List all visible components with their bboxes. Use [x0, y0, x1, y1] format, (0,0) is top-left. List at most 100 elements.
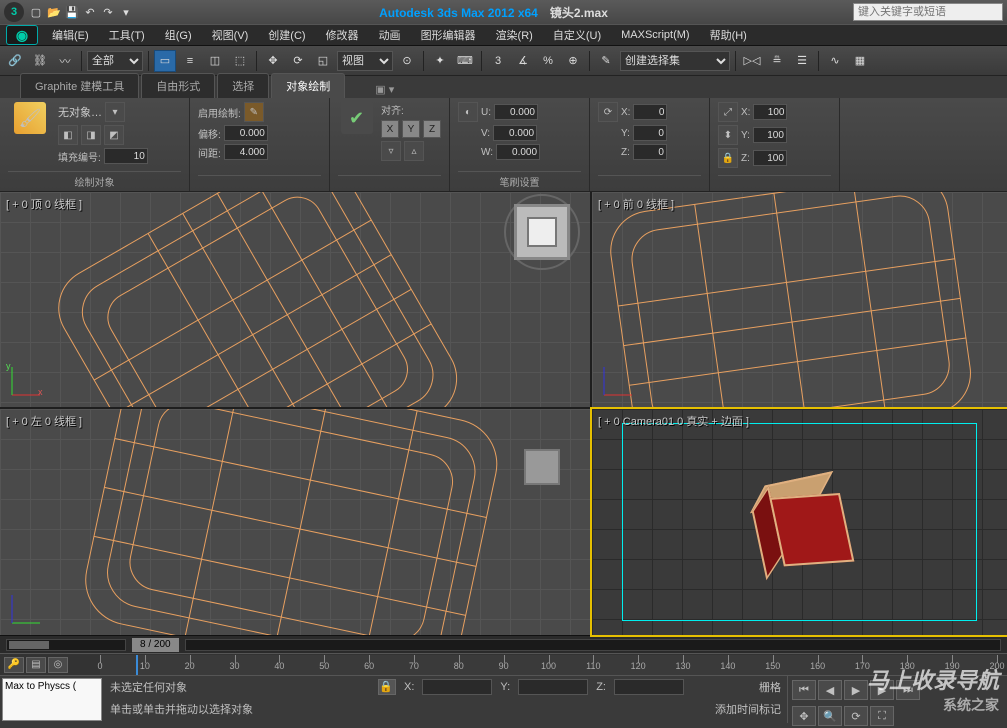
paint-mode2-icon[interactable]: ◨: [81, 125, 101, 145]
viewport-left[interactable]: [ + 0 左 0 线框 ]: [0, 409, 590, 635]
scale-lock-icon[interactable]: 🔒: [718, 148, 738, 168]
enable-paint-icon[interactable]: ✎: [244, 102, 264, 122]
coord-z-input[interactable]: [614, 679, 684, 695]
rx-input[interactable]: [633, 104, 667, 120]
new-icon[interactable]: ▢: [28, 4, 44, 20]
align-check-button[interactable]: ✔: [338, 102, 375, 134]
sy-input[interactable]: [753, 127, 787, 143]
addtag-label[interactable]: 添加时间标记: [715, 701, 781, 717]
qat-drop-icon[interactable]: ▾: [118, 4, 134, 20]
menu-create[interactable]: 创建(C): [258, 24, 315, 46]
menu-modifiers[interactable]: 修改器: [316, 24, 369, 46]
paint-mode3-icon[interactable]: ◩: [104, 125, 124, 145]
app-logo-icon[interactable]: 3: [4, 2, 24, 22]
align-y-button[interactable]: Y: [402, 120, 420, 138]
viewport-widget[interactable]: [524, 449, 560, 485]
link-icon[interactable]: 🔗: [4, 50, 26, 72]
snap-toggle-icon[interactable]: 3: [487, 50, 509, 72]
menu-edit[interactable]: 编辑(E): [42, 24, 99, 46]
viewport-label-left[interactable]: [ + 0 左 0 线框 ]: [6, 413, 82, 429]
mirror-icon[interactable]: ▷◁: [741, 50, 763, 72]
app-menu-icon[interactable]: ◉: [6, 25, 38, 45]
ribbon-expand-icon[interactable]: ▣ ▾: [367, 81, 402, 98]
select-object-icon[interactable]: ▭: [154, 50, 176, 72]
nav-max-icon[interactable]: ⛶: [870, 706, 894, 726]
menu-customize[interactable]: 自定义(U): [543, 24, 611, 46]
prev-frame-icon[interactable]: ◀: [818, 680, 842, 700]
pivot-icon[interactable]: ⊙: [396, 50, 418, 72]
coord-x-input[interactable]: [422, 679, 492, 695]
menu-tools[interactable]: 工具(T): [99, 24, 155, 46]
next-frame-icon[interactable]: ▶: [870, 680, 894, 700]
viewport-front[interactable]: [ + 0 前 0 线框 ]: [592, 192, 1007, 407]
rot-mode-icon[interactable]: ⟳: [598, 102, 618, 122]
frame-indicator[interactable]: 8 / 200: [132, 638, 179, 652]
paint-mode1-icon[interactable]: ◧: [58, 125, 78, 145]
v-input[interactable]: [493, 125, 537, 141]
help-search-input[interactable]: [853, 3, 1003, 21]
fill-number-input[interactable]: [104, 148, 148, 164]
sx-input[interactable]: [753, 104, 787, 120]
paint-brush-button[interactable]: 🖌: [8, 102, 52, 134]
align-x-button[interactable]: X: [381, 120, 399, 138]
menu-rendering[interactable]: 渲染(R): [486, 24, 543, 46]
window-crossing-icon[interactable]: ⬚: [229, 50, 251, 72]
nav-zoom-icon[interactable]: 🔍: [818, 706, 842, 726]
selection-filter-dropdown[interactable]: 全部: [87, 51, 143, 71]
align-opt2-icon[interactable]: ▵: [404, 141, 424, 161]
spinner-snap-icon[interactable]: ⊕: [562, 50, 584, 72]
nav-orbit-icon[interactable]: ⟳: [844, 706, 868, 726]
align-z-button[interactable]: Z: [423, 120, 441, 138]
scale-icon[interactable]: ◱: [312, 50, 334, 72]
layers-icon[interactable]: ☰: [791, 50, 813, 72]
select-region-icon[interactable]: ◫: [204, 50, 226, 72]
named-selection-dropdown[interactable]: 创建选择集: [620, 51, 730, 71]
select-by-name-icon[interactable]: ≡: [179, 50, 201, 72]
rz-input[interactable]: [633, 144, 667, 160]
move-icon[interactable]: ✥: [262, 50, 284, 72]
tab-object-paint[interactable]: 对象绘制: [271, 73, 345, 98]
edit-named-sel-icon[interactable]: ✎: [595, 50, 617, 72]
curve-editor-icon[interactable]: ∿: [824, 50, 846, 72]
menu-help[interactable]: 帮助(H): [700, 24, 757, 46]
coord-y-input[interactable]: [518, 679, 588, 695]
manipulate-icon[interactable]: ✦: [429, 50, 451, 72]
spacing-input[interactable]: [224, 144, 268, 160]
set-key-icon[interactable]: 🔑: [4, 657, 24, 673]
undo-icon[interactable]: ↶: [82, 4, 98, 20]
viewport-label-front[interactable]: [ + 0 前 0 线框 ]: [598, 196, 674, 212]
tab-selection[interactable]: 选择: [217, 73, 269, 98]
scale-link-icon[interactable]: ⬍: [718, 125, 738, 145]
menu-views[interactable]: 视图(V): [202, 24, 259, 46]
ref-coord-dropdown[interactable]: 视图: [337, 51, 393, 71]
timeline-ruler[interactable]: 0102030405060708090100110120130140150160…: [100, 655, 997, 675]
ry-input[interactable]: [633, 125, 667, 141]
play-icon[interactable]: ▶: [844, 680, 868, 700]
viewport-top[interactable]: [ + 0 顶 0 线框 ] xy: [0, 192, 590, 407]
keymode-icon[interactable]: ⌨: [454, 50, 476, 72]
bind-icon[interactable]: 〰: [54, 50, 76, 72]
viewcube[interactable]: [514, 204, 570, 260]
save-icon[interactable]: 💾: [64, 4, 80, 20]
tab-freeform[interactable]: 自由形式: [141, 73, 215, 98]
sz-input[interactable]: [753, 150, 787, 166]
percent-snap-icon[interactable]: %: [537, 50, 559, 72]
viewport-label-top[interactable]: [ + 0 顶 0 线框 ]: [6, 196, 82, 212]
align-opt1-icon[interactable]: ▿: [381, 141, 401, 161]
angle-snap-icon[interactable]: ∡: [512, 50, 534, 72]
menu-animation[interactable]: 动画: [369, 24, 411, 46]
viewport-label-camera[interactable]: [ + 0 Camera01 0 真实 + 边面 ]: [598, 413, 749, 429]
menu-group[interactable]: 组(G): [155, 24, 202, 46]
uvw-mode-icon[interactable]: ◐: [458, 102, 478, 122]
key-filters-icon[interactable]: ▤: [26, 657, 46, 673]
rotate-icon[interactable]: ⟳: [287, 50, 309, 72]
unlink-icon[interactable]: ⛓: [29, 50, 51, 72]
maxscript-listener[interactable]: Max to Physcs (: [2, 678, 102, 721]
redo-icon[interactable]: ↷: [100, 4, 116, 20]
menu-grapheditors[interactable]: 图形编辑器: [411, 24, 486, 46]
viewport-camera[interactable]: [ + 0 Camera01 0 真实 + 边面 ]: [592, 409, 1007, 635]
menu-maxscript[interactable]: MAXScript(M): [611, 26, 699, 44]
tab-graphite[interactable]: Graphite 建模工具: [20, 73, 139, 98]
time-slider-track[interactable]: [185, 639, 1001, 651]
scale-mode-icon[interactable]: ⤢: [718, 102, 738, 122]
